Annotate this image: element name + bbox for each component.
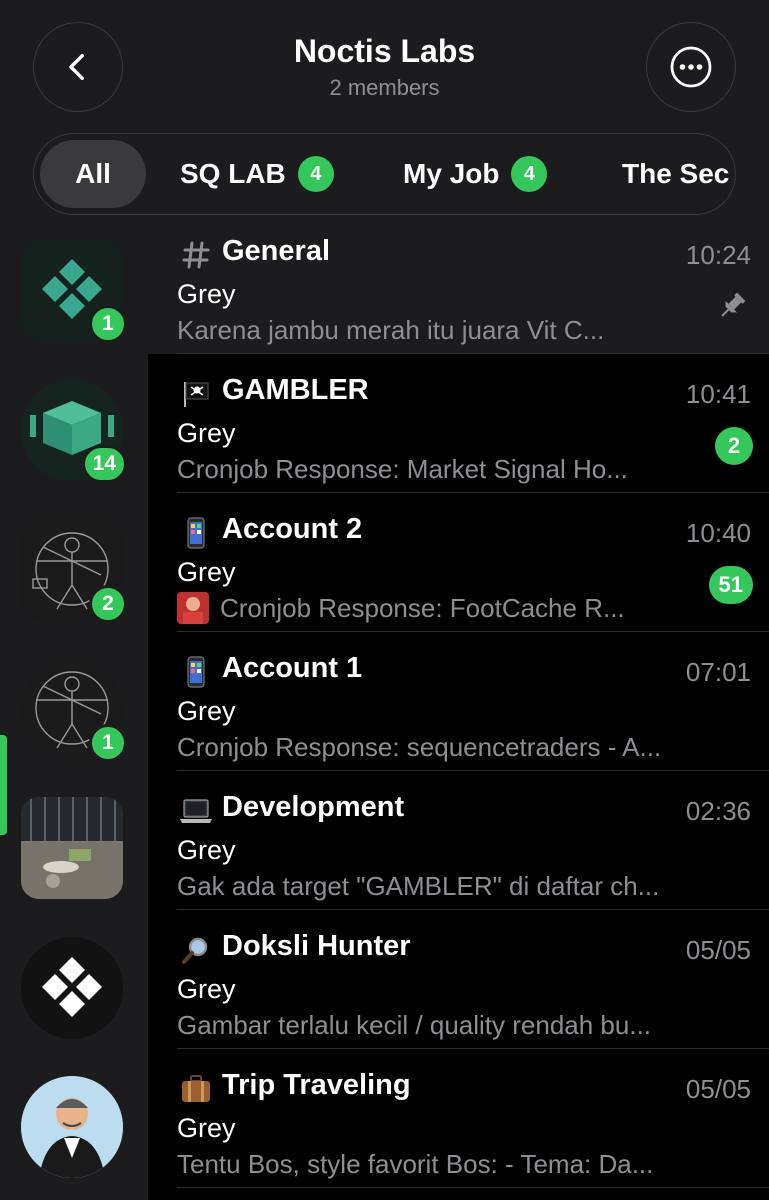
luggage-icon: [179, 1072, 213, 1106]
topic-preview: Cronjob Response: sequencetraders - A...: [177, 732, 662, 762]
topic-preview: Karena jambu merah itu juara Vit C...: [177, 315, 605, 345]
unread-badge: 2: [89, 585, 127, 623]
topic-row[interactable]: GAMBLER 10:41 Grey Cronjob Response: Mar…: [148, 354, 769, 493]
row-divider: [177, 1187, 769, 1188]
topic-title: GAMBLER: [222, 374, 369, 406]
topic-preview: Gak ada target "GAMBLER" di daftar ch...: [177, 871, 660, 901]
rail-chat-5[interactable]: [21, 797, 123, 899]
topic-title: Account 1: [222, 652, 363, 684]
topic-sender: Grey: [177, 696, 236, 726]
magnifier-icon: [179, 933, 213, 967]
logo-icon: [42, 957, 102, 1017]
unread-badge: 1: [89, 305, 127, 343]
topic-row[interactable]: Account 1 07:01 Grey Cronjob Response: s…: [148, 632, 769, 771]
topic-row[interactable]: Development 02:36 Grey Gak ada target "G…: [148, 771, 769, 910]
topic-preview: Cronjob Response: Market Signal Ho...: [177, 454, 628, 484]
pirate-flag-icon: [179, 377, 213, 411]
rail-chat-2[interactable]: 14: [21, 379, 127, 483]
avatar: [21, 797, 123, 899]
tab-sq-lab[interactable]: SQ LAB 4: [180, 140, 334, 208]
pin-icon: [721, 292, 746, 317]
topic-time: 05/05: [685, 1074, 751, 1104]
topic-sender: Grey: [177, 557, 236, 587]
ellipsis-icon: [670, 46, 712, 88]
topic-row[interactable]: Account 2 10:40 Grey Cronjob Response: F…: [148, 493, 769, 632]
chat-rail: 1 14 2 1: [0, 215, 148, 1200]
laptop-icon: [179, 794, 213, 828]
topic-time: 10:41: [685, 379, 751, 409]
tab-the-sec[interactable]: The Sec: [622, 140, 729, 208]
topic-time: 02:36: [685, 796, 751, 826]
topic-sender: Grey: [177, 418, 236, 448]
topic-list: General 10:24 Grey Karena jambu merah it…: [148, 215, 769, 1200]
topic-time: 07:01: [685, 657, 751, 687]
topic-preview: Gambar terlalu kecil / quality rendah bu…: [177, 1010, 652, 1040]
topic-time: 05/05: [685, 935, 751, 965]
unread-badge: 51: [708, 566, 753, 604]
rail-chat-7[interactable]: [21, 1076, 123, 1178]
topic-sender: Grey: [177, 279, 236, 309]
rail-chat-4[interactable]: 1: [21, 658, 127, 762]
unread-badge: 14: [81, 445, 127, 483]
tab-unread-badge: 4: [297, 156, 334, 192]
topic-row[interactable]: General 10:24 Grey Karena jambu merah it…: [148, 215, 769, 354]
avatar: [21, 937, 123, 1039]
topic-time: 10:24: [685, 240, 751, 270]
hash-icon: [179, 238, 213, 272]
tab-label: The Sec: [622, 158, 730, 189]
tab-unread-badge: 4: [511, 156, 548, 192]
rail-chat-3[interactable]: 2: [21, 519, 127, 623]
avatar: [21, 1076, 123, 1178]
media-thumbnail: [177, 592, 209, 624]
more-options-button[interactable]: [646, 22, 736, 112]
unread-badge: 2: [715, 427, 753, 465]
phone-icon: [179, 655, 213, 689]
topic-row[interactable]: Doksli Hunter 05/05 Grey Gambar terlalu …: [148, 910, 769, 1049]
topic-time: 10:40: [685, 518, 751, 548]
gentleman-cartoon-icon: [21, 1076, 123, 1178]
topic-sender: Grey: [177, 1113, 236, 1143]
topic-preview: Cronjob Response: FootCache R...: [220, 593, 625, 623]
rail-chat-1[interactable]: 1: [21, 239, 127, 343]
tab-my-job[interactable]: My Job 4: [403, 140, 548, 208]
topic-row[interactable]: Trip Traveling 05/05 Grey Tentu Bos, sty…: [148, 1049, 769, 1188]
topic-sender: Grey: [177, 974, 236, 1004]
tab-label: All: [75, 158, 111, 189]
cell-room-icon: [21, 797, 123, 899]
tab-label: SQ LAB: [180, 158, 286, 189]
topic-sender: Grey: [177, 835, 236, 865]
topic-title: General: [222, 235, 330, 267]
topic-preview: Tentu Bos, style favorit Bos: - Tema: Da…: [177, 1149, 654, 1179]
selected-indicator: [0, 735, 7, 835]
tab-all[interactable]: All: [40, 140, 146, 208]
topic-title: Trip Traveling: [222, 1069, 411, 1101]
topic-title: Account 2: [222, 513, 363, 545]
topic-title: Doksli Hunter: [222, 930, 411, 962]
tab-label: My Job: [403, 158, 500, 189]
topic-title: Development: [222, 791, 405, 823]
folder-tabs: All SQ LAB 4 My Job 4 The Sec: [33, 133, 736, 215]
rail-chat-6[interactable]: [21, 937, 123, 1039]
chat-header: Noctis Labs 2 members All SQ LAB 4 My Jo…: [0, 0, 769, 215]
phone-icon: [179, 516, 213, 550]
unread-badge: 1: [89, 724, 127, 762]
